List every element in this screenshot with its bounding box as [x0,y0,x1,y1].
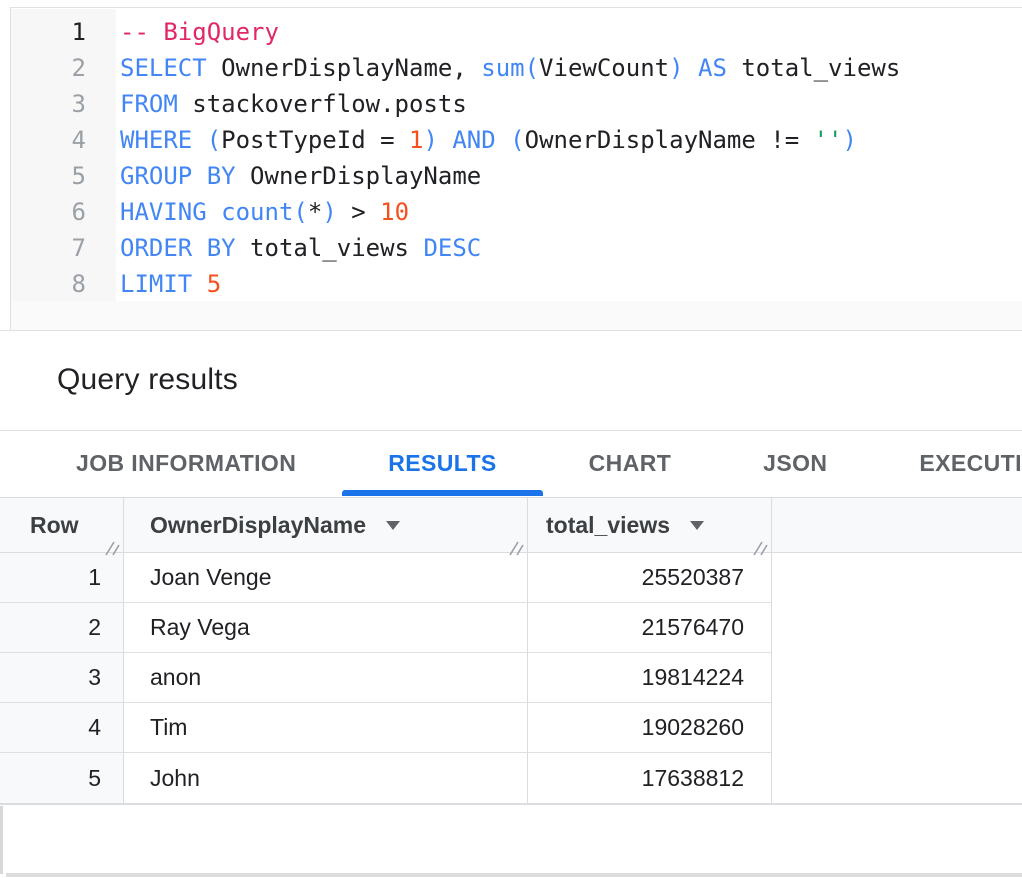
line-number: 2 [11,50,116,86]
sql-editor: 12345678 -- BigQuerySELECT OwnerDisplayN… [10,7,1022,330]
active-tab-underline [342,490,542,496]
tab-job-information[interactable]: JOB INFORMATION [30,431,342,496]
views-cell: 25520387 [528,553,772,603]
code-line: LIMIT 5 [120,266,1022,302]
code-line: WHERE (PostTypeId = 1) AND (OwnerDisplay… [120,122,1022,158]
code-line: -- BigQuery [120,14,1022,50]
table-row: 5John17638812 [0,753,1022,803]
table-row: 1Joan Venge25520387 [0,553,1022,603]
tab-label: EXECUTI [919,450,1021,477]
code-line: FROM stackoverflow.posts [120,86,1022,122]
filler-cell [772,653,1022,703]
tab-label: CHART [589,450,672,477]
editor-gutter: 12345678 [11,9,116,302]
row-number-cell: 1 [0,553,124,603]
filler-cell [772,753,1022,803]
results-header-section: Query results [0,330,1022,431]
line-number: 7 [11,230,116,266]
column-header-row[interactable]: Row [0,498,124,552]
column-dropdown-arrow-icon[interactable] [690,521,704,530]
line-number: 8 [11,266,116,302]
owner-cell: anon [124,653,528,703]
table-row: 2Ray Vega21576470 [0,603,1022,653]
results-table: Row OwnerDisplayName total_views 1Joan Ven… [0,497,1022,805]
owner-cell: Tim [124,703,528,753]
column-resize-handle-icon[interactable] [508,535,524,550]
owner-cell: Ray Vega [124,603,528,653]
line-number: 1 [11,14,116,50]
row-number-cell: 3 [0,653,124,703]
code-line: SELECT OwnerDisplayName, sum(ViewCount) … [120,50,1022,86]
row-number-cell: 4 [0,703,124,753]
table-row: 4Tim19028260 [0,703,1022,753]
column-header-ownerdisplayname[interactable]: OwnerDisplayName [124,498,528,552]
code-area[interactable]: -- BigQuerySELECT OwnerDisplayName, sum(… [120,9,1022,302]
tab-label: JOB INFORMATION [76,450,296,477]
code-line: GROUP BY OwnerDisplayName [120,158,1022,194]
tab-label: JSON [763,450,827,477]
filler-cell [772,603,1022,653]
editor-footer [11,301,1022,330]
column-dropdown-arrow-icon[interactable] [386,521,400,530]
filler-cell [772,703,1022,753]
tab-executi[interactable]: EXECUTI [873,431,1022,496]
views-cell: 19814224 [528,653,772,703]
owner-cell: John [124,753,528,803]
views-cell: 21576470 [528,603,772,653]
column-label: OwnerDisplayName [150,512,366,539]
tab-label: RESULTS [388,450,496,477]
row-number-cell: 5 [0,753,124,803]
column-resize-handle-icon[interactable] [104,535,120,550]
views-cell: 19028260 [528,703,772,753]
line-number: 6 [11,194,116,230]
filler-cell [772,553,1022,603]
tab-chart[interactable]: CHART [543,431,718,496]
column-header-total-views[interactable]: total_views [528,498,772,552]
horizontal-scrollbar[interactable] [6,873,1022,877]
bigquery-results-panel: 12345678 -- BigQuerySELECT OwnerDisplayN… [0,0,1022,878]
results-title: Query results [57,361,238,399]
tab-results[interactable]: RESULTS [342,431,542,496]
panel-left-border [0,806,3,874]
header-filler-cell [772,498,1022,552]
column-label: total_views [546,512,670,539]
tabs-bar: JOB INFORMATION RESULTS CHART JSON EXECUTI [0,431,1022,496]
table-header-row: Row OwnerDisplayName total_views [0,497,1022,553]
table-row: 3anon19814224 [0,653,1022,703]
column-resize-handle-icon[interactable] [752,535,768,550]
views-cell: 17638812 [528,753,772,803]
code-line: HAVING count(*) > 10 [120,194,1022,230]
column-label: Row [30,512,79,539]
line-number: 3 [11,86,116,122]
row-number-cell: 2 [0,603,124,653]
code-line: ORDER BY total_views DESC [120,230,1022,266]
line-number: 5 [11,158,116,194]
table-body: 1Joan Venge255203872Ray Vega215764703ano… [0,553,1022,803]
tab-json[interactable]: JSON [717,431,873,496]
owner-cell: Joan Venge [124,553,528,603]
line-number: 4 [11,122,116,158]
